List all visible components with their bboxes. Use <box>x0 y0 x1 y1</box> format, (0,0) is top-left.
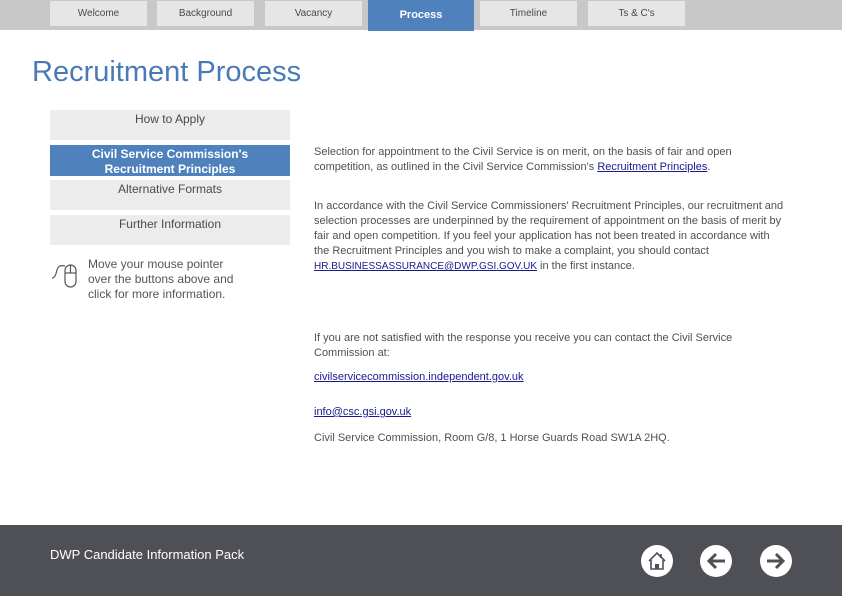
arrow-left-icon <box>706 552 725 570</box>
page-title: Recruitment Process <box>32 56 302 88</box>
intro-end: . <box>707 161 711 173</box>
complaint-text: In accordance with the Civil Service Com… <box>314 200 784 257</box>
tab-bar: Welcome Background Vacancy Process Timel… <box>0 0 842 31</box>
home-icon <box>648 551 666 570</box>
footer: DWP Candidate Information Pack <box>0 525 842 596</box>
intro-paragraph: Selection for appointment to the Civil S… <box>314 145 784 175</box>
csc-website-link[interactable]: civilservicecommission.independent.gov.u… <box>314 371 524 383</box>
hint-text: Move your mouse pointer over the buttons… <box>88 257 234 301</box>
how-to-apply-button[interactable]: How to Apply <box>50 110 290 140</box>
mouse-icon <box>51 264 77 288</box>
tab-welcome[interactable]: Welcome <box>50 1 147 26</box>
recruitment-principles-button[interactable]: Civil Service Commission's Recruitment P… <box>50 145 290 176</box>
home-button[interactable] <box>641 545 673 577</box>
tab-background[interactable]: Background <box>157 1 254 26</box>
csc-email-link[interactable]: info@csc.gsi.gov.uk <box>314 406 411 418</box>
complaint-end: in the first instance. <box>536 260 635 272</box>
website-line: civilservicecommission.independent.gov.u… <box>314 370 524 385</box>
escalation-paragraph: If you are not satisfied with the respon… <box>314 332 733 359</box>
tab-process[interactable]: Process <box>368 0 474 31</box>
email-line: info@csc.gsi.gov.uk <box>314 405 411 420</box>
previous-button[interactable] <box>700 545 732 577</box>
next-button[interactable] <box>760 545 792 577</box>
footer-title: DWP Candidate Information Pack <box>50 547 245 562</box>
hr-email-link[interactable]: HR.BUSINESSASSURANCE@DWP.GSI.GOV.UK <box>314 261 537 272</box>
alternative-formats-button[interactable]: Alternative Formats <box>50 180 290 210</box>
tab-timeline[interactable]: Timeline <box>480 1 577 26</box>
tab-vacancy[interactable]: Vacancy <box>265 1 362 26</box>
address-text: Civil Service Commission, Room G/8, 1 Ho… <box>314 432 670 444</box>
complaint-paragraph: In accordance with the Civil Service Com… <box>314 199 784 274</box>
further-information-button[interactable]: Further Information <box>50 215 290 245</box>
tab-ts-and-cs[interactable]: Ts & C's <box>588 1 685 26</box>
recruitment-principles-link[interactable]: Recruitment Principles <box>597 161 707 173</box>
arrow-right-icon <box>767 552 786 570</box>
